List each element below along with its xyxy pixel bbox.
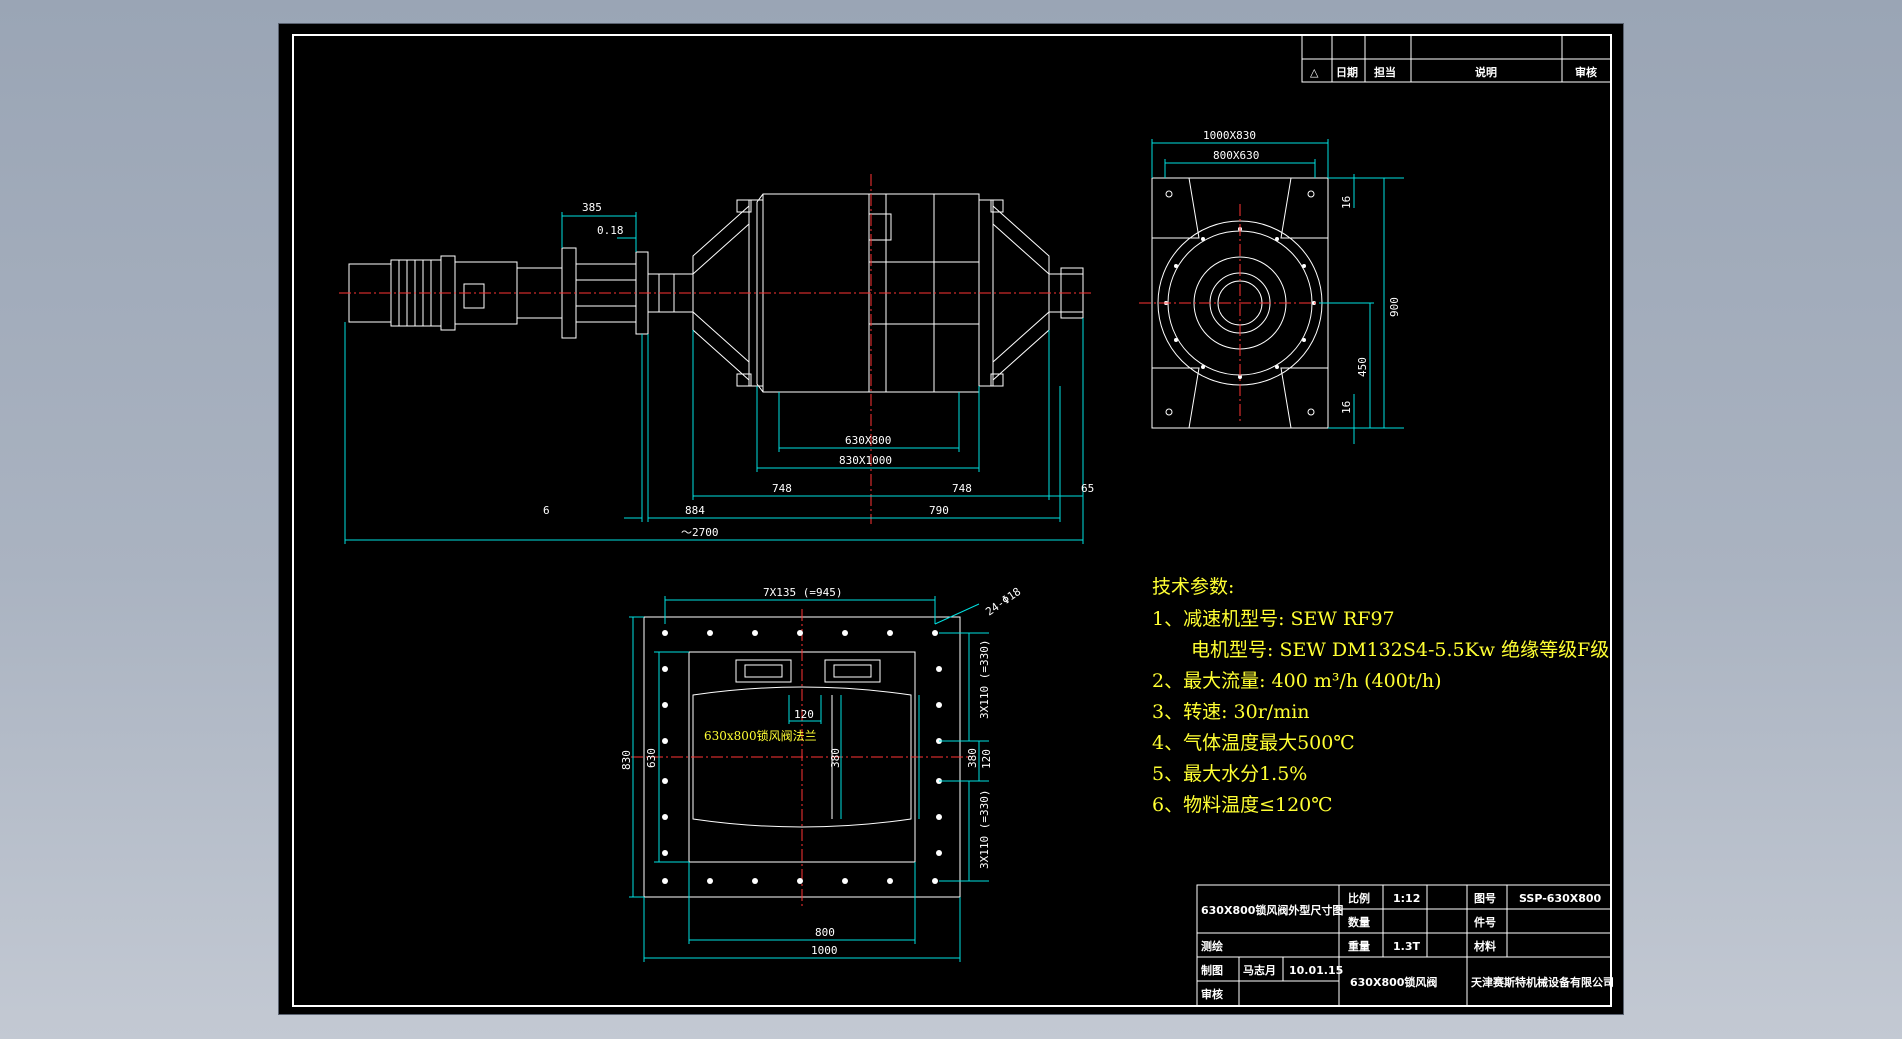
drawing-sheet: △ 日期 担当 说明 审核 385 0.18 630X800 830X1000 … bbox=[279, 24, 1623, 1014]
dim-800-flange: 800 bbox=[815, 926, 835, 939]
flange-label: 630x800锁风阀法兰 bbox=[704, 728, 817, 743]
tb-company: 天津赛斯特机械设备有限公司 bbox=[1471, 975, 1614, 989]
tb-scale-label: 比例 bbox=[1348, 891, 1370, 905]
dim-380-inner: 380 bbox=[829, 748, 842, 768]
tb-date: 10.01.15 bbox=[1289, 964, 1343, 977]
rev-owner-label: 担当 bbox=[1374, 65, 1396, 79]
tb-qty-label: 数量 bbox=[1348, 915, 1370, 929]
dim-630x800-side: 630X800 bbox=[845, 434, 891, 447]
notes-line-6: 6、物料温度≤120℃ bbox=[1152, 794, 1333, 816]
notes-line-2: 2、最大流量: 400 m³/h (400t/h) bbox=[1152, 670, 1442, 692]
rev-description-label: 说明 bbox=[1475, 65, 1497, 79]
notes-heading: 技术参数: bbox=[1152, 576, 1234, 598]
notes-line-1: 1、减速机型号: SEW RF97 bbox=[1152, 608, 1395, 630]
side-view-centerlines bbox=[339, 174, 1094, 524]
dim-24-phi18: 24-Φ18 bbox=[983, 585, 1023, 618]
dim-120-right: 120 bbox=[980, 749, 993, 769]
cad-drawing: △ 日期 担当 说明 审核 385 0.18 630X800 830X1000 … bbox=[292, 34, 1614, 1007]
tb-scale-value: 1:12 bbox=[1393, 892, 1420, 905]
flange-dimension-lines bbox=[629, 596, 989, 962]
dim-65: 65 bbox=[1081, 482, 1094, 495]
dim-800x630: 800X630 bbox=[1213, 149, 1259, 162]
dim-830x1000-side: 830X1000 bbox=[839, 454, 892, 467]
dim-16-top: 16 bbox=[1340, 196, 1353, 209]
dim-450: 450 bbox=[1356, 357, 1369, 377]
notes-line-5: 5、最大水分1.5% bbox=[1152, 763, 1307, 785]
rev-triangle: △ bbox=[1310, 66, 1319, 79]
technical-notes: 技术参数: 1、减速机型号: SEW RF97 电机型号: SEW DM132S… bbox=[1152, 576, 1609, 816]
dim-884: 884 bbox=[685, 504, 705, 517]
dim-16-bottom: 16 bbox=[1340, 401, 1353, 414]
dim-748-right: 748 bbox=[952, 482, 972, 495]
tb-maker: 马志月 bbox=[1243, 963, 1276, 977]
tb-drawing-no-label: 图号 bbox=[1474, 892, 1496, 905]
dim-790: 790 bbox=[929, 504, 949, 517]
dim-3x110-top: 3X110 (=330) bbox=[978, 640, 991, 719]
flange-view-centerlines bbox=[631, 609, 973, 909]
tb-product: 630X800锁风阀 bbox=[1350, 975, 1437, 989]
tb-drawing-title: 630X800锁风阀外型尺寸图 bbox=[1201, 903, 1343, 917]
dim-2700: ～2700 bbox=[681, 526, 719, 539]
rev-date-label: 日期 bbox=[1336, 65, 1358, 79]
dim-7x135: 7X135 (=945) bbox=[763, 586, 842, 599]
notes-line-1b: 电机型号: SEW DM132S4-5.5Kw 绝缘等级F级 bbox=[1191, 639, 1609, 661]
dim-6: 6 bbox=[543, 504, 550, 517]
rev-review-label: 审核 bbox=[1575, 65, 1597, 79]
dim-120-center: 120 bbox=[794, 708, 814, 721]
dim-630-flange: 630 bbox=[645, 748, 658, 768]
dim-380-outer: 380 bbox=[966, 748, 979, 768]
dim-3x110-bottom: 3X110 (=330) bbox=[978, 790, 991, 869]
tb-material-label: 材料 bbox=[1474, 939, 1496, 953]
dim-748-left: 748 bbox=[772, 482, 792, 495]
dim-900: 900 bbox=[1388, 297, 1401, 317]
tb-weight-value: 1.3T bbox=[1393, 940, 1420, 953]
notes-line-3: 3、转速: 30r/min bbox=[1152, 701, 1310, 723]
drawing-frame bbox=[292, 34, 1612, 1007]
dim-385: 385 bbox=[582, 201, 602, 214]
tb-drawing-no-value: SSP-630X800 bbox=[1519, 892, 1602, 905]
dim-0-18: 0.18 bbox=[597, 224, 624, 237]
dim-1000-flange: 1000 bbox=[811, 944, 838, 957]
tb-weight-label: 重量 bbox=[1348, 939, 1370, 953]
tb-made-label: 制图 bbox=[1201, 963, 1223, 977]
tb-check-label: 审核 bbox=[1201, 987, 1223, 1001]
dim-830-flange: 830 bbox=[620, 750, 633, 770]
tb-part-no-label: 件号 bbox=[1474, 915, 1496, 929]
notes-line-4: 4、气体温度最大500℃ bbox=[1152, 732, 1355, 754]
dim-1000x830: 1000X830 bbox=[1203, 129, 1256, 142]
tb-draw-label: 测绘 bbox=[1201, 939, 1223, 953]
